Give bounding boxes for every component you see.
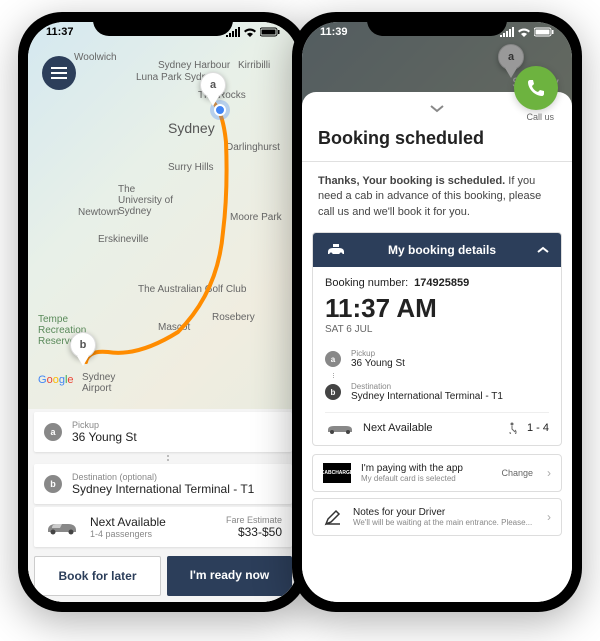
call-us-button[interactable] bbox=[514, 66, 558, 110]
car-icon bbox=[325, 421, 355, 435]
dest-marker: b bbox=[44, 475, 62, 493]
vehicle-count: 1 - 4 bbox=[527, 422, 549, 434]
status-time: 11:39 bbox=[320, 26, 348, 38]
dest-label: Destination (optional) bbox=[72, 472, 282, 482]
google-logo: Google bbox=[38, 374, 74, 386]
details-title: My booking details bbox=[357, 243, 527, 257]
book-later-button[interactable]: Book for later bbox=[34, 556, 161, 596]
divider bbox=[302, 161, 572, 162]
map-label: Woolwich bbox=[74, 52, 117, 63]
destination-row[interactable]: b Destination (optional) Sydney Internat… bbox=[34, 464, 292, 504]
pin-b[interactable]: b bbox=[70, 332, 96, 366]
booking-number: 174925859 bbox=[414, 277, 469, 289]
screen-map: 11:37 Woolwich Sydney Sydney Harbour Kir… bbox=[28, 22, 298, 602]
pin-b-label: b bbox=[70, 332, 96, 358]
pen-icon bbox=[323, 507, 343, 527]
pin-a-label: a bbox=[200, 72, 226, 98]
vehicle-row[interactable]: Next Available 1-4 passengers Fare Estim… bbox=[34, 507, 292, 547]
marker-a: a bbox=[325, 351, 341, 367]
thanks-message: Thanks, Your booking is scheduled. If yo… bbox=[302, 174, 572, 232]
detail-pickup: a Pickup 36 Young St bbox=[325, 345, 549, 373]
pin-a[interactable]: a bbox=[200, 72, 226, 106]
vehicle-name: Next Available bbox=[363, 422, 499, 434]
dest-label: Destination bbox=[351, 382, 503, 391]
action-buttons: Book for later I'm ready now bbox=[28, 550, 298, 602]
call-us-label: Call us bbox=[526, 112, 554, 122]
booking-time: 11:37 AM bbox=[325, 293, 549, 324]
detail-vehicle: Next Available 1 - 4 bbox=[325, 412, 549, 435]
status-time: 11:37 bbox=[46, 26, 74, 38]
map-label: Kirribilli bbox=[238, 60, 270, 71]
phone-confirmation-view: 11:39 Sydney a Call us bbox=[292, 12, 582, 612]
pin-a-label: a bbox=[498, 44, 524, 70]
wheelchair-icon bbox=[507, 422, 519, 434]
payment-row[interactable]: CABCHARGE I'm paying with the app My def… bbox=[312, 454, 562, 492]
status-indicators bbox=[226, 26, 280, 38]
screen-confirmation: 11:39 Sydney a Call us bbox=[302, 22, 572, 602]
route-connector bbox=[43, 455, 292, 461]
route-path bbox=[78, 72, 258, 422]
details-header[interactable]: My booking details bbox=[313, 233, 561, 267]
change-link[interactable]: Change bbox=[501, 468, 533, 478]
page-title: Booking scheduled bbox=[302, 124, 572, 161]
booking-sheet: a Pickup 36 Young St b Destination (opti… bbox=[28, 409, 298, 602]
payment-sub: My default card is selected bbox=[361, 474, 491, 483]
phone-notch bbox=[367, 12, 507, 36]
hamburger-icon bbox=[51, 67, 67, 79]
chevron-down-icon bbox=[430, 105, 444, 113]
dest-value: Sydney International Terminal - T1 bbox=[72, 482, 282, 496]
pickup-value: 36 Young St bbox=[351, 358, 405, 369]
fare-label: Fare Estimate bbox=[226, 515, 282, 525]
dest-value: Sydney International Terminal - T1 bbox=[351, 391, 503, 402]
fare-value: $33-$50 bbox=[226, 525, 282, 539]
details-body: Booking number:174925859 11:37 AM SAT 6 … bbox=[313, 267, 561, 445]
taxi-icon bbox=[325, 243, 347, 257]
battery-icon bbox=[260, 27, 280, 37]
notes-sub: We'll will be waiting at the main entran… bbox=[353, 518, 537, 527]
cabcharge-badge: CABCHARGE bbox=[323, 463, 351, 483]
pickup-label: Pickup bbox=[72, 420, 282, 430]
vehicle-name: Next Available bbox=[90, 515, 216, 529]
booking-number-row: Booking number:174925859 bbox=[325, 277, 549, 289]
detail-destination: b Destination Sydney International Termi… bbox=[325, 378, 549, 406]
vehicle-passengers: 1-4 passengers bbox=[90, 529, 216, 539]
booking-details-card: My booking details Booking number:174925… bbox=[312, 232, 562, 446]
confirmation-sheet: Call us Booking scheduled Thanks, Your b… bbox=[302, 92, 572, 602]
car-icon bbox=[44, 518, 80, 536]
phone-icon bbox=[526, 78, 546, 98]
wifi-icon bbox=[517, 27, 531, 37]
ready-now-button[interactable]: I'm ready now bbox=[167, 556, 292, 596]
pickup-value: 36 Young St bbox=[72, 430, 282, 444]
notes-row[interactable]: Notes for your Driver We'll will be wait… bbox=[312, 498, 562, 536]
chevron-right-icon: › bbox=[547, 466, 551, 480]
payment-title: I'm paying with the app bbox=[361, 463, 491, 474]
marker-b: b bbox=[325, 384, 341, 400]
pickup-marker: a bbox=[44, 423, 62, 441]
pickup-label: Pickup bbox=[351, 349, 405, 358]
phone-notch bbox=[93, 12, 233, 36]
pickup-row[interactable]: a Pickup 36 Young St bbox=[34, 412, 292, 452]
chevron-right-icon: › bbox=[547, 510, 551, 524]
booking-date: SAT 6 JUL bbox=[325, 324, 549, 335]
battery-icon bbox=[534, 27, 554, 37]
notes-title: Notes for your Driver bbox=[353, 507, 537, 518]
phone-map-view: 11:37 Woolwich Sydney Sydney Harbour Kir… bbox=[18, 12, 308, 612]
chevron-up-icon bbox=[537, 246, 549, 254]
status-indicators bbox=[500, 26, 554, 38]
map-label: Sydney Harbour bbox=[158, 60, 230, 71]
wifi-icon bbox=[243, 27, 257, 37]
menu-button[interactable] bbox=[42, 56, 76, 90]
